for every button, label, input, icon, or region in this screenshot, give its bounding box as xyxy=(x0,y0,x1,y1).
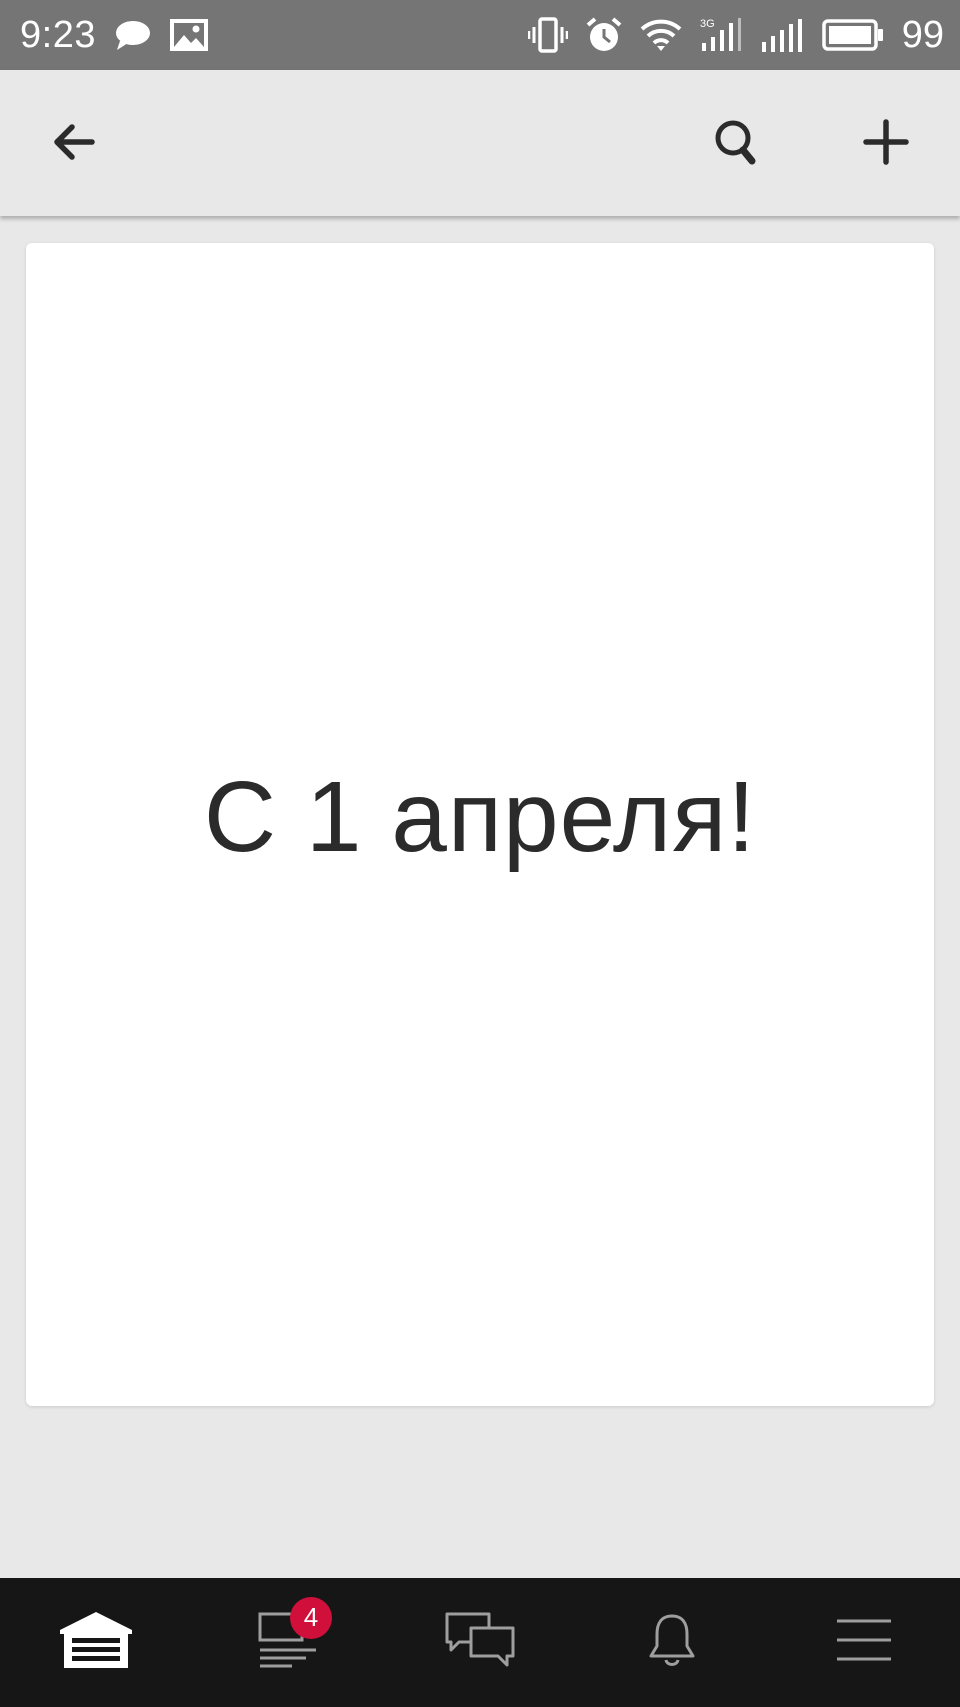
image-icon xyxy=(169,19,208,51)
card-text: С 1 апреля! xyxy=(203,761,757,873)
menu-icon xyxy=(835,1618,893,1667)
vibrate-icon xyxy=(527,17,568,53)
add-button[interactable] xyxy=(850,108,922,180)
nav-item-notifications[interactable] xyxy=(612,1593,732,1693)
nav-item-feed[interactable]: 4 xyxy=(228,1593,348,1693)
signal-icon xyxy=(760,18,804,52)
status-left: 9:23 xyxy=(20,14,208,57)
toolbar xyxy=(0,70,960,216)
plus-icon xyxy=(863,118,909,170)
nav-item-menu[interactable] xyxy=(804,1593,924,1693)
nav-item-messages[interactable] xyxy=(420,1593,540,1693)
battery-icon xyxy=(821,19,884,51)
chat-bubble-icon xyxy=(114,19,152,51)
battery-percent: 99 xyxy=(901,13,944,56)
nav-item-garage[interactable] xyxy=(36,1593,156,1693)
alarm-icon xyxy=(586,17,622,53)
back-arrow-icon xyxy=(50,118,98,171)
svg-text:3G: 3G xyxy=(700,18,715,30)
status-time: 9:23 xyxy=(20,13,96,56)
garage-icon xyxy=(58,1610,134,1675)
status-bar: 9:23 3G 99 xyxy=(0,0,960,70)
content-card: С 1 апреля! xyxy=(26,243,934,1406)
messages-icon xyxy=(445,1612,515,1673)
status-right: 3G 99 xyxy=(527,13,944,57)
bottom-nav: 4 xyxy=(0,1578,960,1707)
feed-badge: 4 xyxy=(290,1596,332,1639)
wifi-icon xyxy=(640,18,682,52)
signal-3g-icon: 3G xyxy=(700,17,742,53)
search-button[interactable] xyxy=(700,108,772,180)
bell-icon xyxy=(647,1612,697,1673)
search-icon xyxy=(712,117,760,172)
back-button[interactable] xyxy=(38,108,110,180)
